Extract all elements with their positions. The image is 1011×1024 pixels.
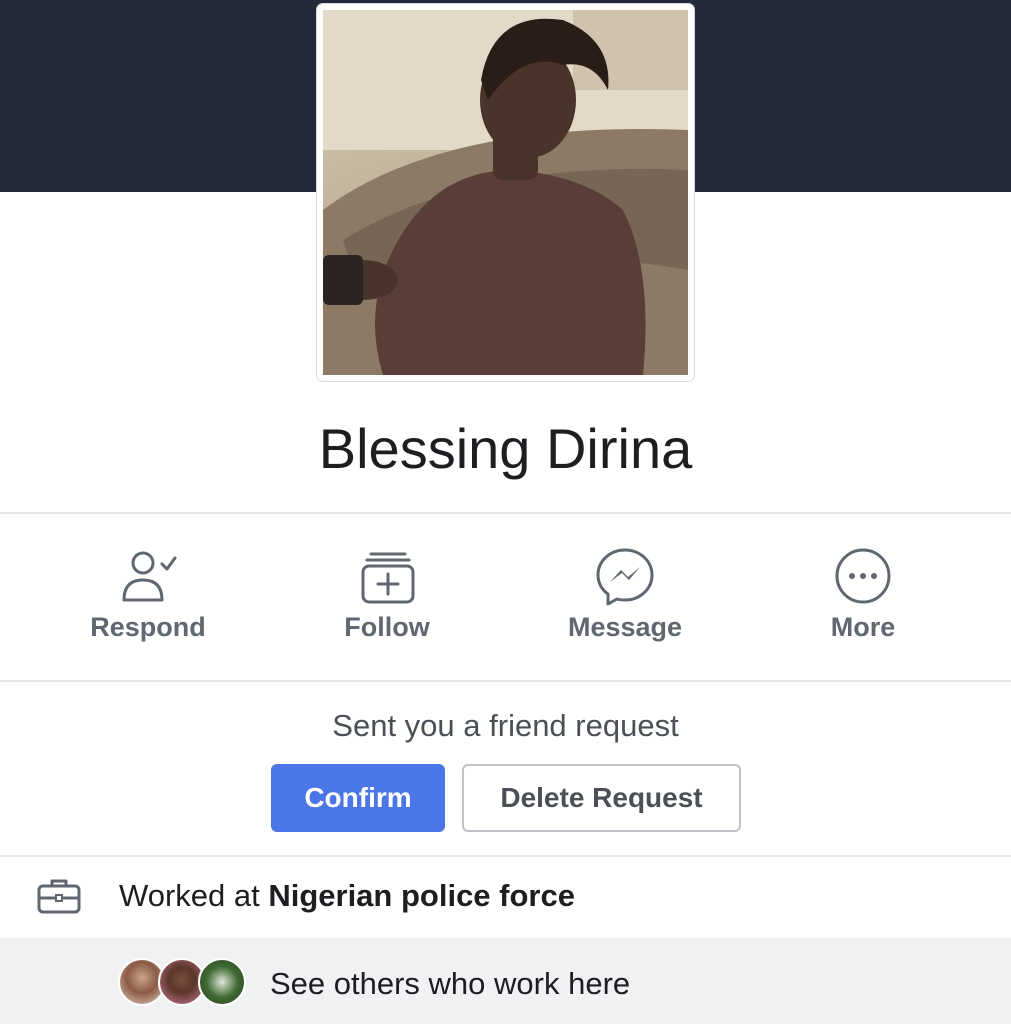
more-dots-icon <box>835 548 891 604</box>
message-label: Message <box>567 612 683 642</box>
more-button[interactable]: More <box>763 528 963 668</box>
respond-person-check-icon <box>122 551 177 602</box>
profile-picture[interactable] <box>317 4 694 381</box>
profile-photo-image <box>323 10 688 375</box>
divider <box>0 512 1011 514</box>
respond-label: Respond <box>90 612 206 642</box>
message-button[interactable]: Message <box>525 528 725 668</box>
follow-plus-icon <box>361 552 415 604</box>
divider <box>0 680 1011 682</box>
friend-request-text: Sent you a friend request <box>332 708 679 743</box>
confirm-button[interactable]: Confirm <box>271 764 445 832</box>
briefcase-icon <box>37 879 81 914</box>
work-text: Worked at Nigerian police force <box>119 878 575 914</box>
work-prefix: Worked at <box>119 878 269 913</box>
messenger-icon <box>596 548 654 606</box>
divider <box>0 855 1011 857</box>
more-label: More <box>830 612 896 642</box>
employer-name[interactable]: Nigerian police force <box>268 878 575 913</box>
coworker-avatar <box>198 958 246 1006</box>
follow-label: Follow <box>344 612 430 642</box>
see-coworkers-text: See others who work here <box>270 966 631 1001</box>
delete-request-button[interactable]: Delete Request <box>462 764 741 832</box>
profile-actions-bar: Respond Follow Message More <box>0 528 1011 668</box>
profile-name: Blessing Dirina <box>318 417 693 480</box>
see-coworkers-row[interactable]: See others who work here <box>0 938 1011 1024</box>
work-info-row[interactable]: Worked at Nigerian police force <box>0 860 1011 936</box>
respond-button[interactable]: Respond <box>48 528 248 668</box>
follow-button[interactable]: Follow <box>287 528 487 668</box>
